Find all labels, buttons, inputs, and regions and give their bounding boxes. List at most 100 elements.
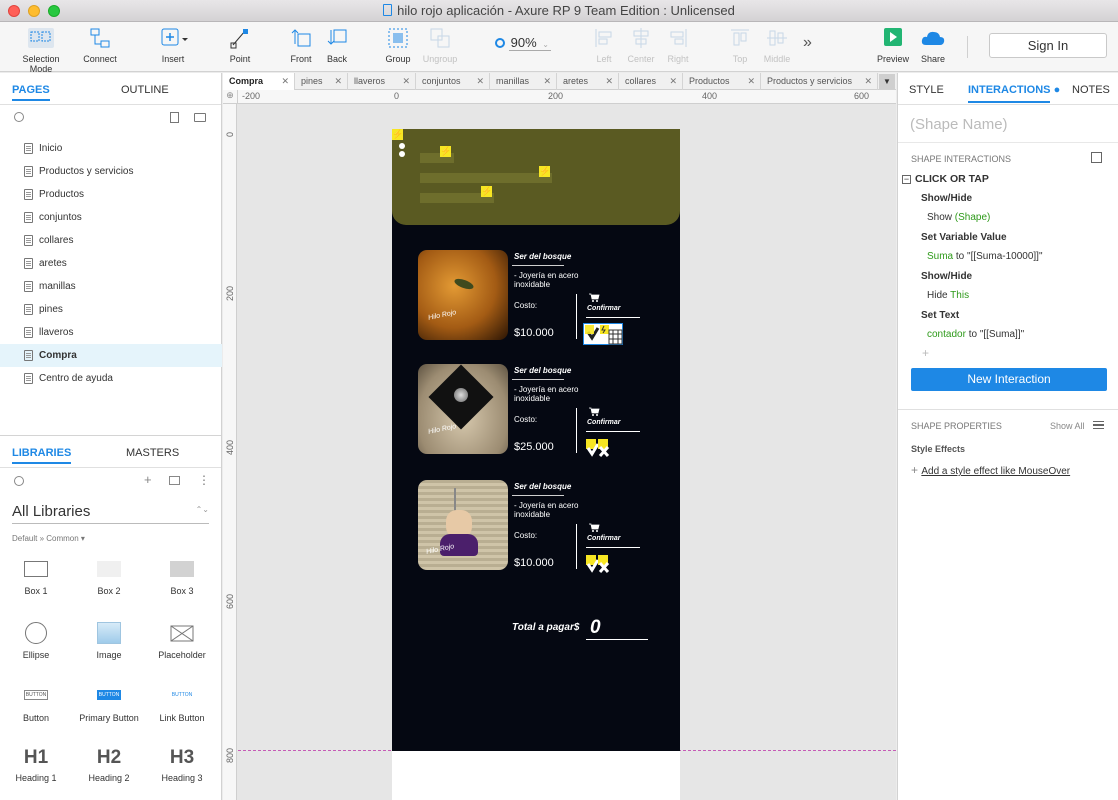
check-and-cross-icons[interactable] [586,439,626,459]
point-button[interactable]: Point [222,26,258,64]
add-folder-icon[interactable] [194,113,206,122]
align-right-button[interactable]: Right [660,26,696,64]
tab-aretes[interactable]: aretes ✕ [557,73,619,90]
ruler-origin[interactable]: ⊕ [223,90,238,104]
lightning-icon[interactable]: ⚡ [481,186,492,197]
align-top-button[interactable]: Top [722,26,758,64]
tab-notes[interactable]: NOTES [1072,84,1110,96]
page-item-manillas[interactable]: manillas [0,275,222,298]
product-image[interactable]: Hilo Rojo [418,480,508,570]
page-item-conjuntos[interactable]: conjuntos [0,206,222,229]
tabs-overflow-button[interactable]: ▼ [879,74,895,89]
page-item-pines[interactable]: pines [0,298,222,321]
action-detail[interactable]: Suma to "[[Suma-10000]]" [927,251,1043,262]
tab-compra[interactable]: Compra ✕ [223,73,295,90]
action-detail[interactable]: Show (Shape) [927,212,990,223]
action-title[interactable]: Show/Hide [921,271,972,282]
send-back-button[interactable]: Back [319,26,355,64]
page-item-productos-y-servicios[interactable]: Productos y servicios [0,160,222,183]
widget-placeholder[interactable]: Placeholder [152,622,212,660]
interaction-target-icon[interactable] [1091,152,1102,163]
add-library-icon[interactable]: + [144,472,152,487]
widget-primary-button[interactable]: BUTTON Primary Button [79,690,139,723]
phone-mockup[interactable]: ⚡ ⚡ ⚡ ⚡ Hilo Rojo Ser del bosque - Joyer… [392,129,680,751]
zoom-control[interactable]: 90% ⌄ [495,35,555,53]
widget-box-3[interactable]: Box 3 [152,561,212,596]
add-style-effect-link[interactable]: + Add a style effect like MouseOver [911,463,1070,477]
library-path[interactable]: Default » Common ▾ [12,534,85,543]
menu-bar-2[interactable] [420,173,552,183]
page-item-collares[interactable]: collares [0,229,222,252]
tab-style[interactable]: STYLE [909,84,944,96]
library-select[interactable]: All Libraries ⌃⌄ [12,503,209,524]
show-all-link[interactable]: Show All [1050,421,1085,431]
close-tab-icon[interactable]: ✕ [476,73,484,90]
selected-widget-group[interactable] [583,323,623,345]
cart-icon[interactable] [589,293,600,302]
align-center-button[interactable]: Center [622,26,660,64]
sign-in-button[interactable]: Sign In [989,33,1107,58]
confirm-button[interactable]: Confirmar [587,305,620,312]
shape-name-field[interactable]: (Shape Name) [910,116,1008,133]
product-image[interactable]: Hilo Rojo [418,364,508,454]
close-tab-icon[interactable]: ✕ [543,73,551,90]
tab-productos-y-servicios[interactable]: Productos y servicios ✕ [761,73,878,90]
new-interaction-button[interactable]: New Interaction [911,368,1107,391]
tab-productos[interactable]: Productos ✕ [683,73,761,90]
tab-llaveros[interactable]: llaveros ✕ [348,73,416,90]
library-copy-icon[interactable] [169,476,180,485]
widget-heading-3[interactable]: H3 Heading 3 [152,747,212,783]
tab-interactions[interactable]: INTERACTIONS ● [968,84,1060,96]
menu-icon[interactable] [1093,421,1104,429]
preview-button[interactable]: Preview [874,26,912,64]
action-detail[interactable]: Hide This [927,290,969,301]
vertical-ruler[interactable]: 0 200 400 600 800 [223,104,237,800]
align-left-button[interactable]: Left [586,26,622,64]
search-icon[interactable] [14,112,24,122]
share-button[interactable]: Share [914,26,952,64]
widget-button[interactable]: BUTTON Button [6,690,66,723]
close-tab-icon[interactable]: ✕ [864,73,872,90]
widget-heading-1[interactable]: H1 Heading 1 [6,747,66,783]
lightning-icon[interactable]: ⚡ [539,166,550,177]
align-middle-button[interactable]: Middle [758,26,796,64]
widget-box-2[interactable]: Box 2 [79,561,139,596]
close-tab-icon[interactable]: ✕ [605,73,613,90]
widget-box-1[interactable]: Box 1 [6,561,66,596]
widget-image[interactable]: Image [79,622,139,660]
lightning-icon[interactable]: ⚡ [440,146,451,157]
tab-pages[interactable]: PAGES [12,84,50,101]
search-icon[interactable] [14,476,24,486]
ungroup-button[interactable]: Ungroup [420,26,460,64]
close-tab-icon[interactable]: ✕ [334,73,342,90]
product-image[interactable]: Hilo Rojo [418,250,508,340]
check-and-cross-icons[interactable] [586,555,626,575]
tab-conjuntos[interactable]: conjuntos ✕ [416,73,490,90]
app-header[interactable]: ⚡ ⚡ ⚡ ⚡ [392,129,680,225]
confirm-button[interactable]: Confirmar [587,419,620,426]
collapse-icon[interactable]: − [902,175,911,184]
close-tab-icon[interactable]: ✕ [402,73,410,90]
widget-link-button[interactable]: BUTTON Link Button [152,690,212,723]
tab-collares[interactable]: collares ✕ [619,73,683,90]
page-item-llaveros[interactable]: llaveros [0,321,222,344]
close-tab-icon[interactable]: ✕ [747,73,755,90]
page-item-compra[interactable]: Compra [0,344,222,367]
tab-outline[interactable]: OUTLINE [121,84,169,96]
selection-mode-button[interactable]: Selection Mode [10,26,72,74]
page-item-inicio[interactable]: Inicio [0,137,222,160]
tab-libraries[interactable]: LIBRARIES [12,447,72,464]
tab-manillas[interactable]: manillas ✕ [490,73,557,90]
page-item-centro-de-ayuda[interactable]: Centro de ayuda [0,367,222,390]
tab-masters[interactable]: MASTERS [126,447,179,459]
tab-pines[interactable]: pines ✕ [295,73,348,90]
action-title[interactable]: Show/Hide [921,193,972,204]
widget-ellipse[interactable]: Ellipse [6,622,66,660]
add-action-icon[interactable]: + [922,346,929,360]
lightning-icon[interactable]: ⚡ [392,129,403,140]
cart-icon[interactable] [589,523,600,532]
close-tab-icon[interactable]: ✕ [281,73,289,90]
cart-icon[interactable] [589,407,600,416]
page-item-aretes[interactable]: aretes [0,252,222,275]
page-item-productos[interactable]: Productos [0,183,222,206]
